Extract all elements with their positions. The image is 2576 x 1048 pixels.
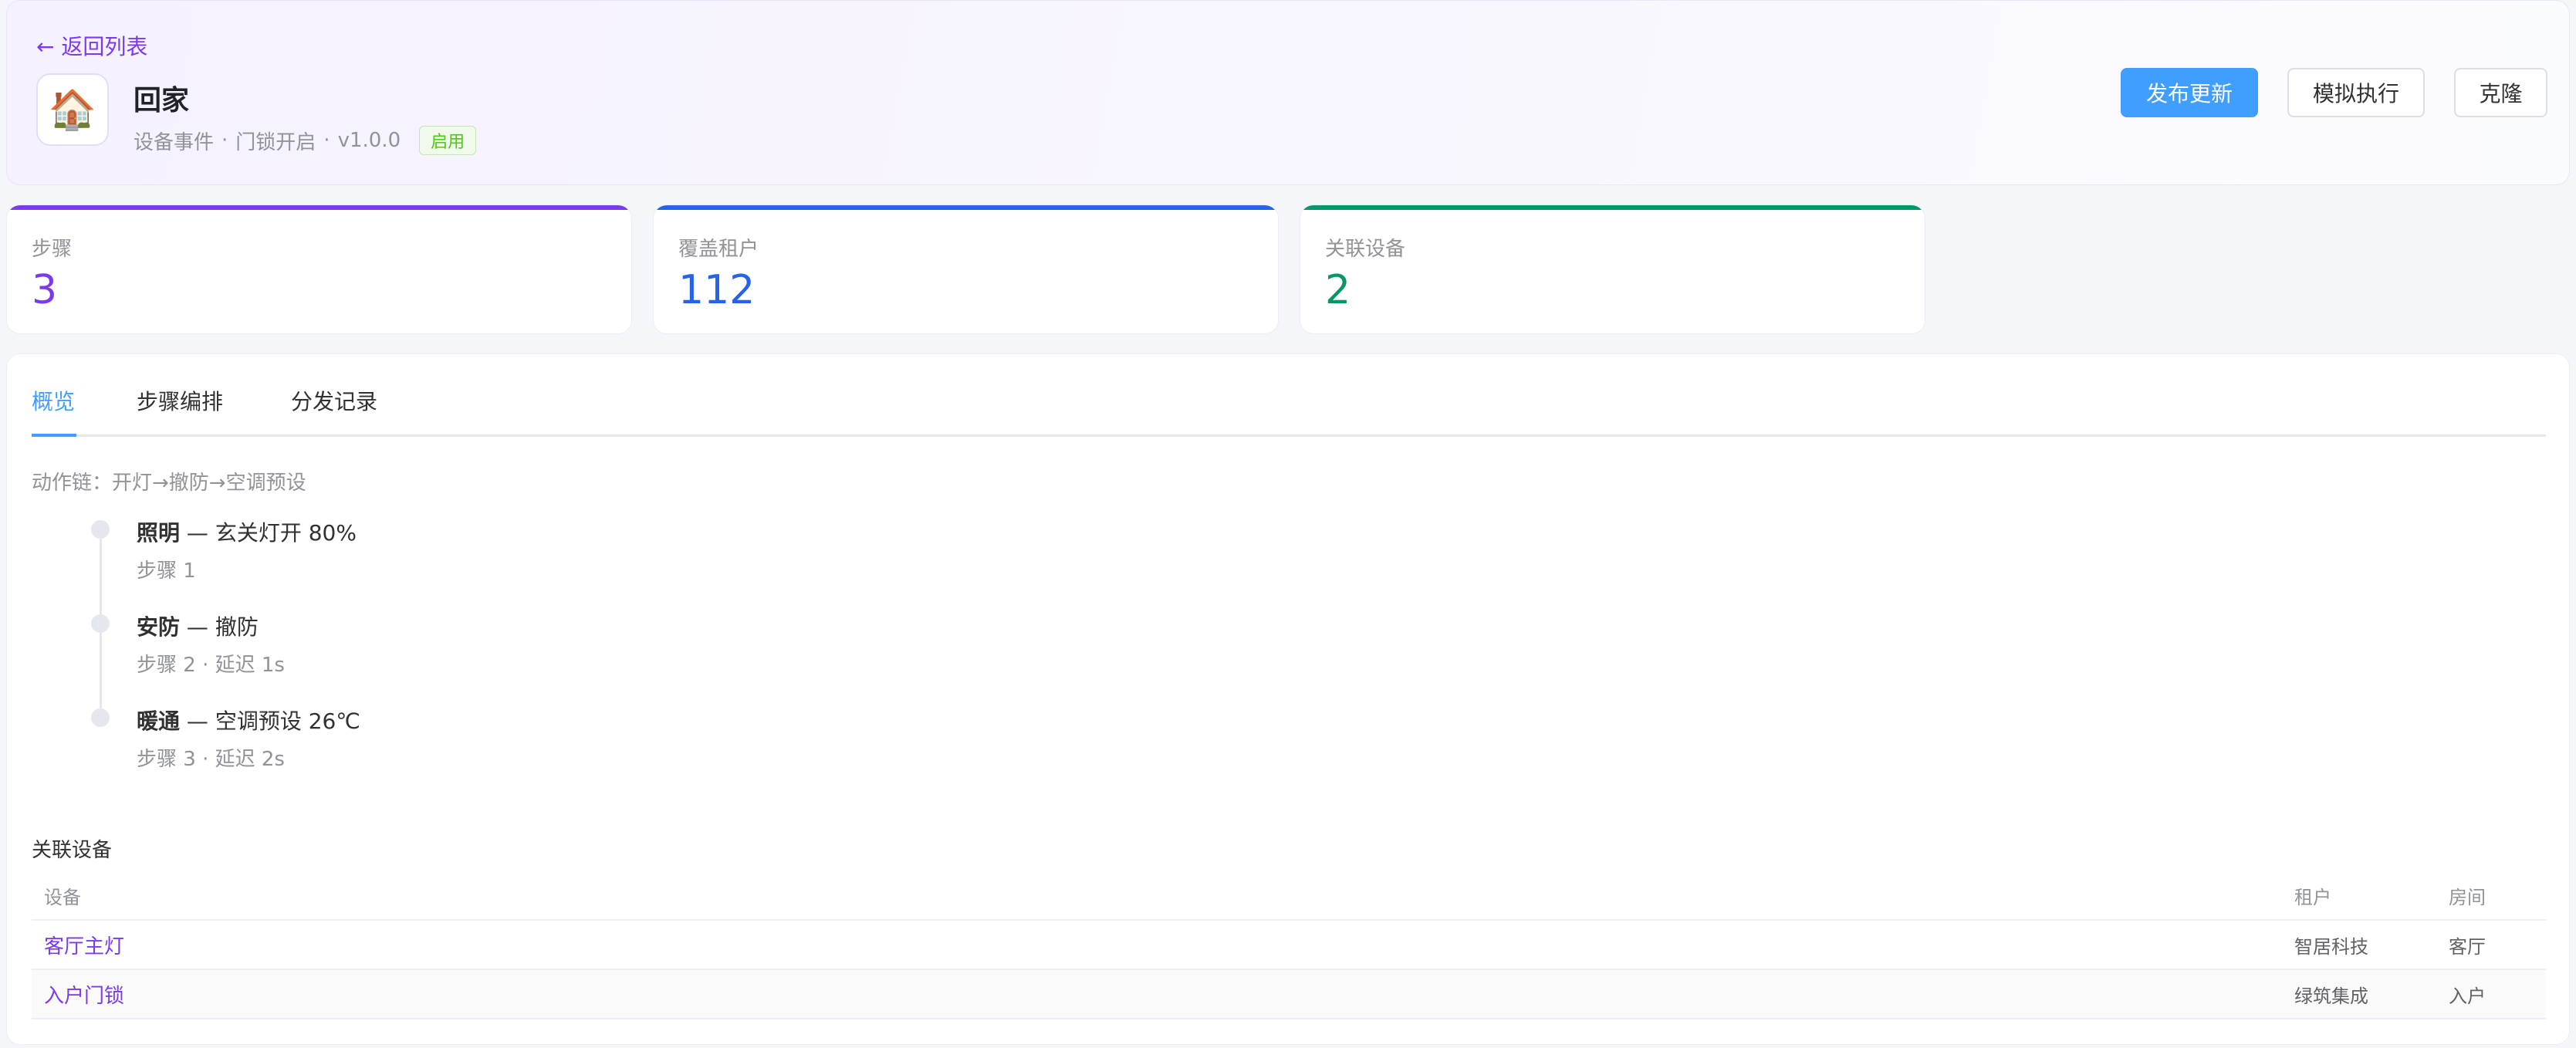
action-chain: 动作链：开灯→撤防→空调预设 [32, 472, 306, 495]
step-subtitle: 步骤 1 [137, 559, 196, 583]
device-name-link[interactable]: 客厅主灯 [32, 920, 2282, 970]
stat-label: 覆盖租户 [678, 238, 759, 261]
meta-line: 设备事件 · 门锁开启 · v1.0.0 启用 [134, 126, 477, 155]
column-header-device: 设备 [32, 871, 2282, 921]
stat-accent-bar [1300, 205, 1925, 210]
table-header-row: 设备 租户 房间 [32, 871, 2546, 921]
step-action: — 撤防 [180, 614, 259, 640]
meta-trigger: 门锁开启 [235, 130, 316, 154]
meta-separator: · [323, 129, 330, 152]
step-title: 暖通 — 空调预设 26℃ [137, 705, 360, 735]
tab-step-orchestration[interactable]: 步骤编排 [137, 385, 223, 416]
timeline-dot [91, 708, 110, 727]
room-cell: 客厅 [2436, 920, 2546, 970]
device-name-link[interactable]: 入户门锁 [32, 969, 2282, 1019]
table-row: 入户门锁 绿筑集成 入户 [32, 969, 2546, 1019]
step-title: 安防 — 撤防 [137, 610, 259, 641]
step-subtitle: 步骤 3 · 延迟 2s [137, 748, 285, 771]
step-category: 安防 [137, 614, 181, 640]
tab-distribution-records[interactable]: 分发记录 [291, 385, 377, 416]
timeline-dot [91, 614, 110, 633]
status-badge: 启用 [419, 126, 477, 155]
meta-version: v1.0.0 [337, 129, 401, 152]
publish-update-button[interactable]: 发布更新 [2121, 68, 2258, 117]
meta-trigger-type: 设备事件 [134, 130, 215, 154]
step-title: 照明 — 玄关灯开 80% [137, 516, 357, 547]
back-to-list-link[interactable]: ← 返回列表 [36, 30, 147, 61]
stat-value: 112 [678, 267, 756, 313]
page-title: 回家 [134, 85, 190, 117]
step-subtitle: 步骤 2 · 延迟 1s [137, 654, 285, 677]
active-tab-indicator [32, 434, 76, 437]
stat-accent-bar [7, 205, 631, 210]
timeline-dot [91, 520, 110, 539]
detail-panel: 概览 步骤编排 分发记录 动作链：开灯→撤防→空调预设 照明 — 玄关灯开 80… [6, 353, 2570, 1045]
stat-label: 步骤 [32, 238, 73, 261]
room-cell: 入户 [2436, 969, 2546, 1019]
stat-card-steps: 步骤 3 [6, 205, 632, 334]
stat-value: 3 [32, 267, 58, 313]
linked-devices-table: 设备 租户 房间 客厅主灯 智居科技 客厅 入户门锁 绿筑集成 入户 [32, 871, 2546, 1019]
header-card: ← 返回列表 🏠 回家 设备事件 · 门锁开启 · v1.0.0 启用 发布更新… [6, 0, 2570, 185]
column-header-tenant: 租户 [2282, 871, 2436, 921]
step-category: 暖通 [137, 708, 181, 734]
stat-value: 2 [1325, 267, 1351, 313]
column-header-room: 房间 [2436, 871, 2546, 921]
step-action: — 玄关灯开 80% [180, 520, 357, 546]
step-action: — 空调预设 26℃ [180, 708, 360, 734]
step-category: 照明 [137, 520, 181, 546]
tenant-cell: 绿筑集成 [2282, 969, 2436, 1019]
stat-label: 关联设备 [1325, 238, 1406, 261]
clone-button[interactable]: 克隆 [2454, 68, 2547, 117]
linked-devices-title: 关联设备 [32, 839, 113, 862]
table-row: 客厅主灯 智居科技 客厅 [32, 920, 2546, 970]
stat-card-tenants: 覆盖租户 112 [653, 205, 1279, 334]
house-icon: 🏠 [36, 73, 109, 146]
stat-accent-bar [654, 205, 1278, 210]
stat-card-devices: 关联设备 2 [1300, 205, 1925, 334]
simulate-run-button[interactable]: 模拟执行 [2287, 68, 2425, 117]
meta-separator: · [221, 129, 228, 152]
tab-overview[interactable]: 概览 [32, 385, 75, 416]
tab-bar: 概览 步骤编排 分发记录 [32, 385, 2546, 437]
tenant-cell: 智居科技 [2282, 920, 2436, 970]
